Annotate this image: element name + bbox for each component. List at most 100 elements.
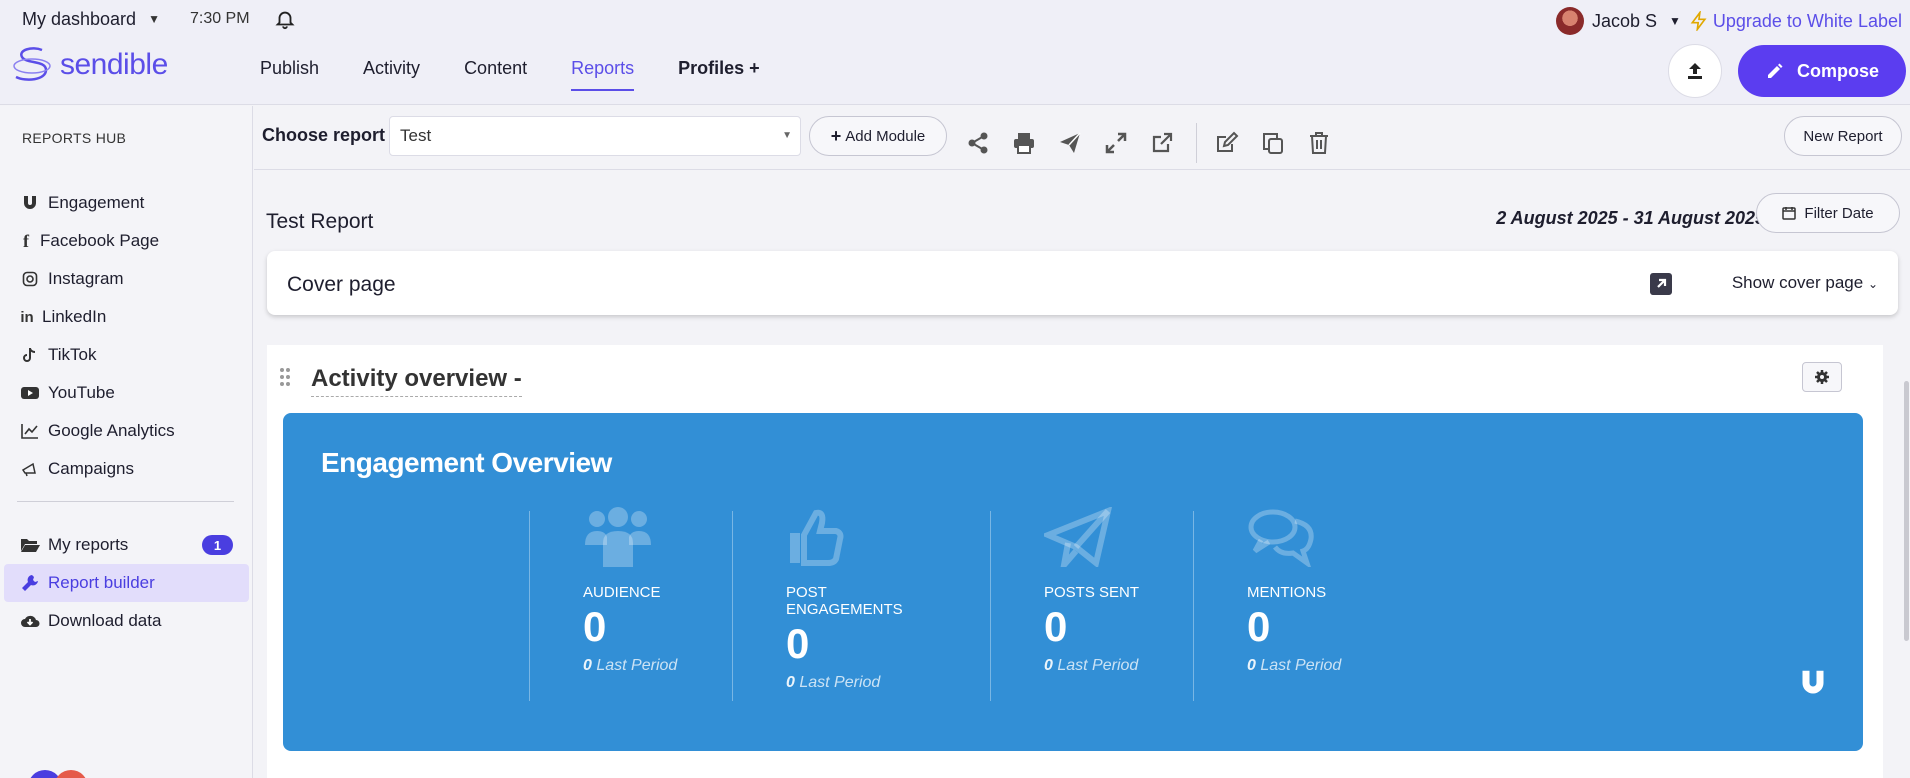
- trash-icon[interactable]: [1305, 129, 1333, 157]
- report-select-value[interactable]: Test: [400, 126, 431, 145]
- add-module-label[interactable]: Add Module: [845, 128, 925, 145]
- sidebar-item-instagram[interactable]: Instagram: [0, 260, 253, 298]
- sidebar-item-label[interactable]: Engagement: [48, 193, 144, 213]
- edit-icon[interactable]: [1213, 129, 1241, 157]
- nav-publish[interactable]: Publish: [260, 58, 319, 91]
- nav-reports[interactable]: Reports: [571, 58, 635, 91]
- avatar[interactable]: [54, 770, 88, 778]
- nav-activity[interactable]: Activity: [363, 58, 420, 91]
- sidebar-item-google-analytics[interactable]: Google Analytics: [0, 412, 253, 450]
- user-menu[interactable]: Jacob S ▼ Upgrade to White Label: [1555, 7, 1902, 35]
- cover-page-card: Cover page Show cover page ⌄: [267, 251, 1898, 315]
- sidebar-item-youtube[interactable]: YouTube: [0, 374, 253, 412]
- module-settings-button[interactable]: [1802, 362, 1842, 392]
- stat-last-value: 0: [1044, 657, 1053, 674]
- dashboard-switcher[interactable]: My dashboard ▼ 7:30 PM: [22, 8, 296, 30]
- brand-logo[interactable]: sendible: [12, 44, 168, 86]
- caret-down-icon[interactable]: ▼: [1669, 14, 1681, 28]
- dashboard-label[interactable]: My dashboard: [22, 9, 136, 30]
- sidebar-item-engagement[interactable]: Engagement: [0, 184, 253, 222]
- comments-icon: [1248, 509, 1314, 570]
- stat-last-value: 0: [1247, 657, 1256, 674]
- show-cover-label[interactable]: Show cover page: [1732, 273, 1863, 292]
- stat-label: POST ENGAGEMENTS: [786, 584, 903, 618]
- drag-handle-icon[interactable]: [279, 367, 291, 387]
- new-report-label[interactable]: New Report: [1803, 128, 1882, 145]
- user-name[interactable]: Jacob S: [1592, 11, 1657, 32]
- brand-name: sendible: [60, 48, 168, 81]
- users-icon: [585, 507, 651, 567]
- compose-button[interactable]: Compose: [1738, 45, 1906, 97]
- stat-last-label: Last Period: [1260, 657, 1342, 674]
- pencil-icon: [1767, 63, 1783, 78]
- show-cover-toggle[interactable]: Show cover page ⌄: [1732, 273, 1878, 293]
- stat-last-period: 0 Last Period: [1247, 657, 1396, 675]
- scrollbar[interactable]: [1902, 171, 1910, 778]
- sidebar-item-label[interactable]: My reports: [48, 535, 128, 555]
- sidebar-item-label[interactable]: Download data: [48, 611, 161, 631]
- stat-label: MENTIONS: [1247, 584, 1327, 601]
- open-cover-icon[interactable]: [1650, 273, 1672, 295]
- filter-date-button[interactable]: Filter Date: [1756, 193, 1900, 233]
- report-title: Test Report: [266, 210, 374, 233]
- print-icon[interactable]: [1010, 129, 1038, 157]
- sidebar-item-label[interactable]: YouTube: [48, 383, 115, 403]
- sidebar-item-label[interactable]: Facebook Page: [40, 231, 159, 251]
- upgrade-link[interactable]: Upgrade to White Label: [1689, 11, 1902, 32]
- sidebar-item-linkedin[interactable]: in LinkedIn: [0, 298, 253, 336]
- stat-last-label: Last Period: [799, 674, 881, 691]
- youtube-icon: [20, 383, 40, 403]
- sidebar-item-campaigns[interactable]: Campaigns: [0, 450, 253, 488]
- top-header: My dashboard ▼ 7:30 PM Jacob S ▼ Upgrade…: [0, 0, 1910, 105]
- sidebar-divider: [17, 501, 234, 502]
- chevron-down-icon[interactable]: ⌄: [1868, 277, 1878, 291]
- caret-down-icon[interactable]: ▼: [148, 12, 160, 26]
- sendible-logo-icon: [13, 47, 51, 81]
- nav-profiles[interactable]: Profiles +: [678, 58, 760, 91]
- calendar-icon: [1782, 207, 1797, 220]
- sidebar-item-label[interactable]: Report builder: [48, 573, 155, 593]
- sidebar-item-label[interactable]: Google Analytics: [48, 421, 175, 441]
- send-icon[interactable]: [1056, 129, 1084, 157]
- sidebar-item-facebook-page[interactable]: f Facebook Page: [0, 222, 253, 260]
- folder-open-icon: [20, 535, 40, 555]
- scrollbar-thumb[interactable]: [1904, 381, 1909, 641]
- copy-icon[interactable]: [1259, 129, 1287, 157]
- sidebar-item-label[interactable]: Campaigns: [48, 459, 134, 479]
- module-title[interactable]: Activity overview -: [311, 365, 522, 397]
- expand-icon[interactable]: [1102, 129, 1130, 157]
- sidebar-item-my-reports[interactable]: My reports 1: [0, 526, 253, 564]
- sidebar-item-label[interactable]: TikTok: [48, 345, 97, 365]
- new-report-button[interactable]: New Report: [1784, 116, 1902, 156]
- sidebar-item-tiktok[interactable]: TikTok: [0, 336, 253, 374]
- add-module-button[interactable]: + Add Module: [809, 116, 947, 156]
- cloud-download-icon: [20, 611, 40, 631]
- upload-icon: [1688, 63, 1702, 79]
- upload-button[interactable]: [1668, 44, 1722, 98]
- upgrade-label[interactable]: Upgrade to White Label: [1713, 11, 1902, 32]
- reports-tools-list: My reports 1 Report builder Download dat…: [0, 526, 253, 640]
- toolbar-divider: [1196, 123, 1197, 163]
- thumbs-up-icon: [790, 509, 844, 566]
- stat-audience: AUDIENCE 0 0 Last Period: [529, 507, 732, 701]
- stat-last-label: Last Period: [1057, 657, 1139, 674]
- stat-value: 0: [1247, 603, 1271, 650]
- filter-date-label[interactable]: Filter Date: [1804, 205, 1873, 222]
- stat-last-period: 0 Last Period: [786, 674, 935, 692]
- bell-icon[interactable]: [274, 8, 296, 30]
- nav-content[interactable]: Content: [464, 58, 527, 91]
- caret-down-icon[interactable]: ▼: [782, 130, 792, 141]
- external-link-icon[interactable]: [1148, 129, 1176, 157]
- report-select[interactable]: Test ▼: [389, 116, 801, 156]
- share-icon[interactable]: [964, 129, 992, 157]
- report-actions: [964, 123, 1351, 163]
- sidebar-item-download-data[interactable]: Download data: [0, 602, 253, 640]
- clock-time: 7:30 PM: [189, 10, 250, 27]
- sidebar-item-report-builder[interactable]: Report builder: [4, 564, 249, 602]
- stat-last-period: 0 Last Period: [1044, 657, 1193, 675]
- compose-label[interactable]: Compose: [1797, 61, 1879, 82]
- megaphone-icon: [20, 459, 40, 479]
- sidebar-item-label[interactable]: LinkedIn: [42, 307, 106, 327]
- avatar[interactable]: [1555, 7, 1584, 35]
- sidebar-item-label[interactable]: Instagram: [48, 269, 124, 289]
